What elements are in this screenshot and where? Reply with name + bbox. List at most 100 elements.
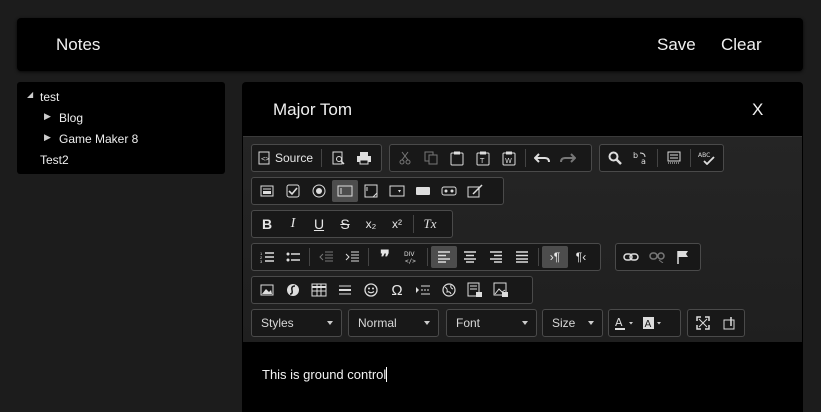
align-left-button[interactable] bbox=[431, 246, 457, 268]
table-button[interactable] bbox=[306, 279, 332, 301]
image-button[interactable] bbox=[254, 279, 280, 301]
styles-dropdown-label: Styles bbox=[261, 316, 294, 330]
hidden-field-button[interactable] bbox=[462, 180, 488, 202]
align-center-icon bbox=[464, 251, 476, 263]
save-button[interactable]: Save bbox=[657, 35, 696, 55]
size-dropdown[interactable]: Size bbox=[542, 309, 603, 337]
ltr-button[interactable]: ›¶ bbox=[542, 246, 568, 268]
textarea-button[interactable] bbox=[358, 180, 384, 202]
paste-word-button[interactable]: W bbox=[496, 147, 522, 169]
content-paragraph[interactable]: This is ground control bbox=[262, 367, 388, 382]
link-icon bbox=[623, 253, 639, 261]
preview-button[interactable] bbox=[325, 147, 351, 169]
svg-text:<>: <> bbox=[261, 155, 269, 163]
background-color-button[interactable]: A bbox=[639, 312, 667, 334]
editor-content[interactable]: This is ground control bbox=[243, 343, 802, 405]
forms-group bbox=[251, 177, 504, 205]
create-div-button[interactable]: DIV </> bbox=[398, 246, 424, 268]
smiley-button[interactable] bbox=[358, 279, 384, 301]
globe-icon bbox=[442, 283, 456, 297]
checkbox-button[interactable] bbox=[280, 180, 306, 202]
paste-text-button[interactable]: T bbox=[470, 147, 496, 169]
ltr-icon: ›¶ bbox=[549, 250, 561, 264]
maximize-icon bbox=[696, 316, 710, 330]
radio-button[interactable] bbox=[306, 180, 332, 202]
expanded-triangle-icon[interactable]: ◢ bbox=[27, 90, 33, 99]
paste-word-icon: W bbox=[502, 151, 516, 165]
styles-dropdown[interactable]: Styles bbox=[251, 309, 342, 337]
text-color-button[interactable]: A bbox=[611, 312, 639, 334]
templates-button[interactable] bbox=[462, 279, 488, 301]
redo-button[interactable] bbox=[555, 147, 581, 169]
image-plus-icon bbox=[493, 282, 508, 297]
html-button-button[interactable] bbox=[410, 180, 436, 202]
find-button[interactable] bbox=[602, 147, 628, 169]
align-center-button[interactable] bbox=[457, 246, 483, 268]
flash-button[interactable] bbox=[280, 279, 306, 301]
collapsed-triangle-icon[interactable]: ▶ bbox=[44, 132, 51, 143]
textfield-button[interactable] bbox=[332, 180, 358, 202]
remove-format-button[interactable]: Tx bbox=[417, 213, 443, 235]
bulleted-list-button[interactable] bbox=[280, 246, 306, 268]
svg-text:3: 3 bbox=[260, 259, 263, 263]
print-icon bbox=[357, 152, 372, 165]
page-break-button[interactable] bbox=[410, 279, 436, 301]
replace-button[interactable]: ba bbox=[628, 147, 654, 169]
superscript-button[interactable]: x² bbox=[384, 213, 410, 235]
svg-text:b: b bbox=[633, 151, 638, 160]
separator bbox=[690, 149, 691, 167]
undo-button[interactable] bbox=[529, 147, 555, 169]
paste-button[interactable] bbox=[444, 147, 470, 169]
close-button[interactable]: X bbox=[752, 100, 763, 120]
hidden-field-icon bbox=[467, 184, 483, 198]
select-all-button[interactable] bbox=[661, 147, 687, 169]
separator bbox=[538, 248, 539, 266]
separator bbox=[321, 149, 323, 167]
show-blocks-button[interactable] bbox=[716, 312, 742, 334]
spellcheck-icon: ABC bbox=[698, 152, 715, 165]
tree-item-game-maker-8[interactable]: Game Maker 8 bbox=[59, 131, 138, 147]
underline-button[interactable]: U bbox=[306, 213, 332, 235]
select-field-button[interactable] bbox=[384, 180, 410, 202]
blockquote-button[interactable]: ❞ bbox=[372, 246, 398, 268]
spellcheck-button[interactable]: ABC bbox=[694, 147, 720, 169]
bold-button[interactable]: B bbox=[254, 213, 280, 235]
checkbox-icon bbox=[286, 184, 300, 198]
separator bbox=[525, 149, 526, 167]
form-button[interactable] bbox=[254, 180, 280, 202]
anchor-button[interactable] bbox=[670, 246, 696, 268]
increase-indent-button[interactable] bbox=[339, 246, 365, 268]
subscript-button[interactable]: x₂ bbox=[358, 213, 384, 235]
separator bbox=[309, 248, 310, 266]
font-dropdown[interactable]: Font bbox=[446, 309, 537, 337]
italic-button[interactable]: I bbox=[280, 213, 306, 235]
numbered-list-button[interactable]: 123 bbox=[254, 246, 280, 268]
format-dropdown[interactable]: Normal bbox=[348, 309, 439, 337]
link-button[interactable] bbox=[618, 246, 644, 268]
rtl-button[interactable]: ¶‹ bbox=[568, 246, 594, 268]
svg-text:A: A bbox=[615, 316, 623, 329]
iframe-button[interactable] bbox=[436, 279, 462, 301]
print-button[interactable] bbox=[351, 147, 377, 169]
strikethrough-button[interactable]: S bbox=[332, 213, 358, 235]
tree-item-test2[interactable]: Test2 bbox=[40, 152, 69, 168]
cut-button[interactable] bbox=[392, 147, 418, 169]
image-button-button[interactable] bbox=[436, 180, 462, 202]
justify-button[interactable] bbox=[509, 246, 535, 268]
clear-button[interactable]: Clear bbox=[721, 35, 762, 55]
tree-item-blog[interactable]: Blog bbox=[59, 110, 83, 126]
tree-item-test[interactable]: test bbox=[40, 89, 59, 105]
horizontal-rule-button[interactable] bbox=[332, 279, 358, 301]
basic-styles-group: B I U S x₂ x² Tx bbox=[251, 210, 453, 238]
size-dropdown-label: Size bbox=[552, 316, 576, 330]
collapsed-triangle-icon[interactable]: ▶ bbox=[44, 111, 51, 122]
special-char-button[interactable]: Ω bbox=[384, 279, 410, 301]
source-button[interactable]: <> Source bbox=[254, 147, 318, 169]
align-right-button[interactable] bbox=[483, 246, 509, 268]
decrease-indent-button[interactable] bbox=[313, 246, 339, 268]
links-group bbox=[615, 243, 701, 271]
copy-button[interactable] bbox=[418, 147, 444, 169]
insert-image-button[interactable] bbox=[488, 279, 514, 301]
maximize-button[interactable] bbox=[690, 312, 716, 334]
unlink-button[interactable] bbox=[644, 246, 670, 268]
